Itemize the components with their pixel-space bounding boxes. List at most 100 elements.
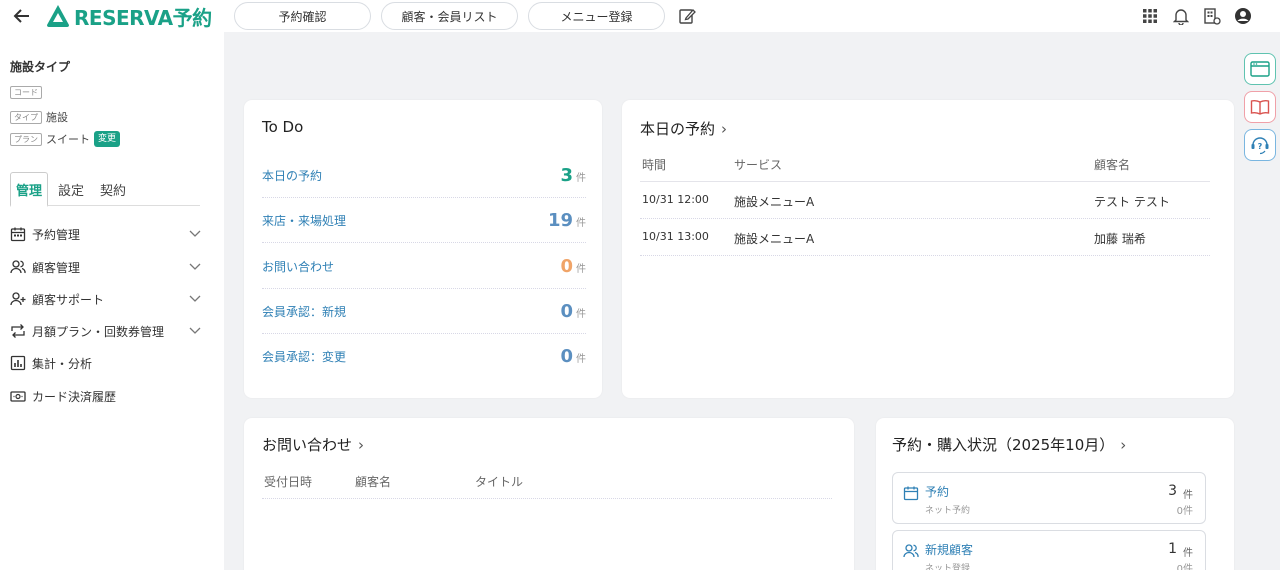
status-title: 予約・購入状況（2025年10月） bbox=[892, 436, 1115, 454]
inquiry-header-date: 受付日時 bbox=[264, 475, 313, 489]
today-row-divider bbox=[640, 218, 1210, 219]
type-chip: タイプ bbox=[10, 110, 42, 124]
status-label: 予約 bbox=[925, 485, 950, 499]
help-support-button[interactable]: ? bbox=[1244, 129, 1276, 161]
today-row-divider bbox=[640, 255, 1210, 256]
status-sub-count: 0件 bbox=[1176, 506, 1193, 517]
today-row-1-time[interactable]: 10/31 12:00 bbox=[642, 193, 709, 206]
inquiries-title: お問い合わせ bbox=[262, 436, 353, 454]
facility-type-row: タイプ 施設 bbox=[10, 109, 68, 125]
calendar-icon bbox=[10, 227, 26, 242]
logo-mark-icon bbox=[47, 5, 69, 27]
todo-label: 本日の予約 bbox=[262, 168, 323, 183]
todo-label: 会員承認：変更 bbox=[262, 350, 347, 364]
todo-row-member-new[interactable]: 会員承認：新規 0件 bbox=[262, 289, 586, 334]
logo-text: RESERVA予約 bbox=[74, 5, 212, 30]
status-sub-label: ネット予約 bbox=[925, 506, 971, 516]
chevron-down-icon bbox=[189, 295, 201, 302]
facility-plan-row: プラン スイート 変更 bbox=[10, 131, 121, 147]
plan-value: スイート bbox=[46, 133, 90, 146]
sidebar-item-analytics[interactable]: 集計・分析 bbox=[10, 351, 202, 375]
facility-type-title: 施設タイプ bbox=[10, 60, 71, 74]
today-title-link[interactable]: 本日の予約 › bbox=[640, 118, 727, 139]
chevron-down-icon bbox=[189, 263, 201, 270]
user-account-icon[interactable] bbox=[1233, 6, 1253, 26]
repeat-icon bbox=[11, 324, 25, 338]
todo-row-member-change[interactable]: 会員承認：変更 0件 bbox=[262, 334, 586, 379]
todo-count-wrap: 0件 bbox=[560, 346, 586, 367]
inquiry-header-title: タイトル bbox=[475, 475, 524, 489]
todo-count: 3 bbox=[560, 164, 573, 186]
todo-count: 0 bbox=[560, 300, 573, 322]
todo-title: To Do bbox=[262, 118, 304, 136]
todo-count: 0 bbox=[560, 255, 573, 277]
sidebar-tabs: 管理 設定 契約 bbox=[10, 172, 200, 207]
calendar-icon bbox=[903, 486, 919, 501]
todo-label: お問い合わせ bbox=[262, 259, 335, 274]
todo-row-inquiries[interactable]: お問い合わせ 0件 bbox=[262, 244, 586, 289]
browser-window-icon bbox=[1250, 61, 1270, 77]
sidebar-item-customers[interactable]: 顧客管理 bbox=[10, 255, 202, 279]
back-arrow-icon[interactable] bbox=[0, 0, 44, 32]
sidebar-item-label: 予約管理 bbox=[32, 227, 81, 242]
status-title-link[interactable]: 予約・購入状況（2025年10月） › bbox=[892, 434, 1126, 455]
top-header: RESERVA予約 予約確認 顧客・会員リスト メニュー登録 bbox=[0, 0, 1280, 32]
today-row-2-customer[interactable]: 加藤 瑞希 bbox=[1094, 230, 1146, 247]
manual-book-button[interactable] bbox=[1244, 91, 1276, 123]
facility-code-row: コード bbox=[10, 86, 46, 99]
svg-text:?: ? bbox=[1258, 142, 1263, 151]
type-value: 施設 bbox=[46, 111, 68, 124]
todo-unit: 件 bbox=[576, 172, 586, 184]
tab-settings[interactable]: 設定 bbox=[48, 172, 94, 206]
today-header-divider bbox=[640, 181, 1210, 182]
chevron-right-icon: › bbox=[721, 120, 728, 138]
plan-chip: プラン bbox=[10, 132, 42, 146]
status-count-unit: 件 bbox=[1183, 548, 1193, 559]
change-plan-button[interactable]: 変更 bbox=[94, 131, 121, 147]
todo-count-wrap: 0件 bbox=[560, 256, 586, 277]
inquiries-title-link[interactable]: お問い合わせ › bbox=[262, 434, 364, 455]
edit-icon[interactable] bbox=[677, 6, 697, 26]
todo-unit: 件 bbox=[576, 354, 586, 365]
todo-row-visit-processing[interactable]: 来店・来場処理 19 件 bbox=[262, 198, 586, 243]
bell-icon[interactable] bbox=[1171, 6, 1191, 26]
users-icon bbox=[10, 260, 26, 274]
chevron-right-icon: › bbox=[358, 436, 365, 454]
inquiry-header-divider bbox=[262, 498, 832, 499]
code-chip: コード bbox=[10, 86, 42, 99]
user-plus-icon bbox=[10, 292, 26, 306]
users-icon bbox=[903, 544, 919, 558]
today-row-1-customer[interactable]: テスト テスト bbox=[1094, 193, 1170, 210]
chart-icon bbox=[10, 355, 26, 371]
sidebar-item-plans[interactable]: 月額プラン・回数券管理 bbox=[10, 319, 202, 343]
tab-manage[interactable]: 管理 bbox=[10, 172, 48, 207]
today-row-2-time[interactable]: 10/31 13:00 bbox=[642, 230, 709, 243]
today-row-1-service[interactable]: 施設メニューA bbox=[734, 193, 814, 210]
sidebar-item-reservation[interactable]: 予約管理 bbox=[10, 222, 202, 246]
apps-grid-icon[interactable] bbox=[1140, 6, 1160, 26]
status-box-new-customers[interactable]: 新規顧客 ネット登録 1 件 0件 bbox=[892, 530, 1206, 570]
building-settings-icon[interactable] bbox=[1202, 6, 1222, 26]
status-count-unit: 件 bbox=[1183, 490, 1193, 501]
browser-window-button[interactable] bbox=[1244, 53, 1276, 85]
tab-contract[interactable]: 契約 bbox=[94, 172, 132, 206]
sidebar-item-label: 顧客管理 bbox=[32, 260, 81, 275]
chevron-down-icon bbox=[189, 327, 201, 334]
sidebar-item-support[interactable]: 顧客サポート bbox=[10, 287, 202, 311]
today-row-2-service[interactable]: 施設メニューA bbox=[734, 230, 814, 247]
todo-row-today-reservations[interactable]: 本日の予約 3件 bbox=[262, 153, 586, 198]
todo-unit: 件 bbox=[576, 263, 586, 275]
help-question-icon: ? bbox=[1251, 137, 1269, 155]
sidebar-item-label: 月額プラン・回数券管理 bbox=[32, 324, 165, 339]
todo-count: 0 bbox=[560, 346, 573, 367]
status-count: 1 bbox=[1168, 541, 1177, 557]
logo[interactable]: RESERVA予約 bbox=[46, 0, 212, 32]
sidebar-item-card-history[interactable]: カード決済履歴 bbox=[10, 384, 202, 408]
inquiry-header-customer: 顧客名 bbox=[355, 475, 392, 489]
status-box-reservation[interactable]: 予約 ネット予約 3 件 0件 bbox=[892, 472, 1206, 524]
status-sub-count: 0件 bbox=[1176, 564, 1193, 570]
nav-reservation-check-button[interactable]: 予約確認 bbox=[234, 2, 371, 30]
nav-menu-register-button[interactable]: メニュー登録 bbox=[528, 2, 665, 30]
nav-customer-list-button[interactable]: 顧客・会員リスト bbox=[381, 2, 518, 30]
todo-unit: 件 bbox=[576, 217, 586, 229]
